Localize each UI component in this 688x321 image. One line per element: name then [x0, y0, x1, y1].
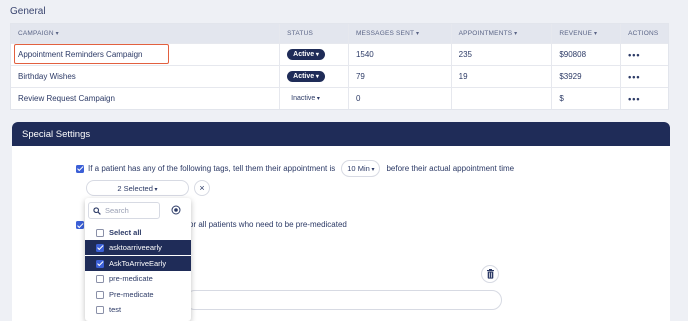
- option-label: asktoarriveearly: [109, 243, 162, 252]
- actions-menu-icon[interactable]: •••: [628, 72, 640, 82]
- col-campaign-label: CAMPAIGN: [18, 30, 59, 37]
- revenue: $90808: [559, 50, 587, 59]
- tags-multiselect[interactable]: 2 Selected: [86, 180, 189, 196]
- dropdown-option[interactable]: AskToArriveEarly: [85, 256, 191, 271]
- campaign-name[interactable]: Birthday Wishes: [18, 72, 76, 81]
- table-row[interactable]: Review Request Campaign Inactive 0 $ •••: [11, 87, 668, 109]
- table-header: CAMPAIGN STATUS MESSAGES SENT APPOINTMEN…: [11, 24, 668, 43]
- tags-dropdown-menu: Select all asktoarriveearly AskToArriveE…: [85, 198, 191, 321]
- premedicate-text: or all patients who need to be pre-medic…: [189, 220, 347, 229]
- option-checkbox[interactable]: [96, 243, 104, 252]
- campaign-name[interactable]: Appointment Reminders Campaign: [18, 50, 143, 59]
- col-actions-label: ACTIONS: [628, 30, 659, 37]
- search-icon: [89, 206, 105, 215]
- tags-selected-label: 2 Selected: [117, 184, 157, 193]
- actions-menu-icon[interactable]: •••: [628, 94, 640, 104]
- close-icon: ×: [199, 183, 205, 193]
- tag-rule-row: If a patient has any of the following ta…: [76, 160, 514, 177]
- search-input[interactable]: [105, 206, 155, 215]
- option-label: Select all: [109, 228, 142, 237]
- messages-sent: 1540: [355, 50, 374, 59]
- col-appointments[interactable]: APPOINTMENTS: [452, 24, 553, 43]
- trash-button[interactable]: [481, 265, 499, 283]
- section-title: General: [10, 6, 46, 17]
- col-actions: ACTIONS: [621, 24, 668, 43]
- status-dropdown[interactable]: Inactive: [287, 93, 324, 104]
- col-status-label: STATUS: [287, 30, 314, 37]
- actions-menu-icon[interactable]: •••: [628, 50, 640, 60]
- clear-search-icon[interactable]: [171, 205, 181, 215]
- dropdown-option[interactable]: test: [85, 302, 191, 317]
- option-label: test: [109, 305, 122, 314]
- option-label: pre-medicate: [109, 274, 153, 283]
- clear-tags-button[interactable]: ×: [194, 180, 210, 196]
- search-box: [88, 202, 160, 219]
- col-campaign[interactable]: CAMPAIGN: [11, 24, 281, 43]
- option-checkbox[interactable]: [96, 228, 104, 237]
- table-row[interactable]: Appointment Reminders Campaign Active 15…: [11, 43, 668, 65]
- col-revenue[interactable]: REVENUE: [552, 24, 622, 43]
- option-label: Pre-medicate: [109, 290, 154, 299]
- option-checkbox[interactable]: [96, 274, 104, 283]
- trash-icon: [486, 269, 494, 279]
- col-messages[interactable]: MESSAGES SENT: [349, 24, 452, 43]
- revenue: $: [559, 94, 564, 103]
- table-row[interactable]: Birthday Wishes Active 79 19 $3929 •••: [11, 65, 668, 87]
- messages-sent: 0: [355, 94, 361, 103]
- messages-sent: 79: [355, 72, 365, 81]
- dropdown-option[interactable]: Pre-medicate: [85, 287, 191, 302]
- option-checkbox[interactable]: [96, 290, 104, 299]
- appointments: 19: [458, 72, 468, 81]
- status-dropdown[interactable]: Active: [287, 71, 325, 82]
- campaign-name[interactable]: Review Request Campaign: [18, 94, 115, 103]
- option-checkbox[interactable]: [96, 259, 104, 268]
- dropdown-option-select-all[interactable]: Select all: [85, 225, 191, 240]
- dropdown-option[interactable]: pre-medicate: [85, 271, 191, 286]
- tag-rule-text-after: before their actual appointment time: [386, 164, 515, 173]
- dropdown-option[interactable]: asktoarriveearly: [85, 240, 191, 255]
- col-appointments-label: APPOINTMENTS: [459, 30, 518, 37]
- special-settings-title: Special Settings: [12, 122, 670, 146]
- campaign-table: CAMPAIGN STATUS MESSAGES SENT APPOINTMEN…: [10, 23, 669, 110]
- appointments: 235: [458, 50, 472, 59]
- option-checkbox[interactable]: [96, 305, 104, 314]
- col-messages-label: MESSAGES SENT: [356, 30, 419, 37]
- col-status: STATUS: [280, 24, 349, 43]
- option-label: AskToArriveEarly: [109, 259, 167, 268]
- revenue: $3929: [559, 72, 582, 81]
- tag-rule-text: If a patient has any of the following ta…: [88, 164, 336, 173]
- premedicate-checkbox[interactable]: [76, 221, 84, 229]
- tag-rule-checkbox[interactable]: [76, 164, 84, 173]
- col-revenue-label: REVENUE: [559, 30, 597, 37]
- status-dropdown[interactable]: Active: [287, 49, 325, 60]
- minutes-dropdown[interactable]: 10 Min: [341, 160, 381, 177]
- text-field[interactable]: [185, 290, 502, 310]
